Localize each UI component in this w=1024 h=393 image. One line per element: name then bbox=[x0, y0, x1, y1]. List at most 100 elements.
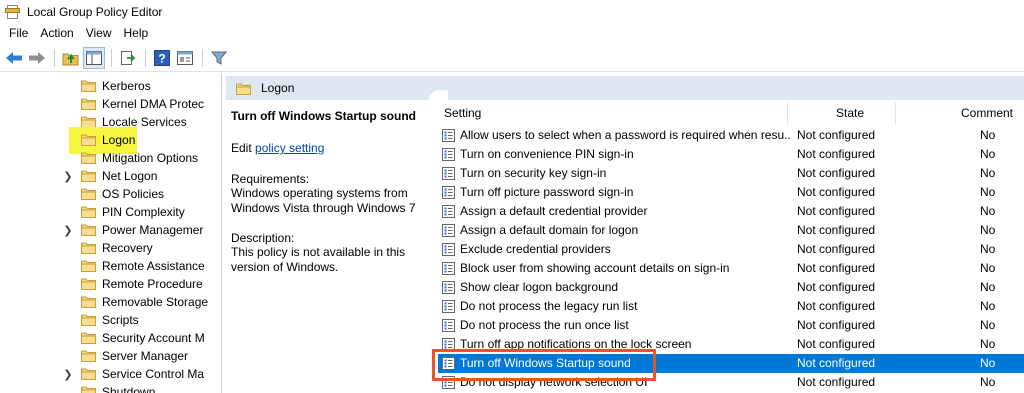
policy-setting-icon bbox=[442, 167, 455, 180]
column-divider[interactable] bbox=[895, 102, 896, 124]
table-row[interactable]: Do not display network selection UI Not c… bbox=[438, 373, 1024, 392]
tree-item[interactable]: Remote Procedure bbox=[0, 275, 221, 293]
tree-item[interactable]: ❯ Power Managemer bbox=[0, 221, 221, 239]
tree-item[interactable]: Remote Assistance bbox=[0, 257, 221, 275]
tree-item[interactable]: Scripts bbox=[0, 311, 221, 329]
table-row[interactable]: Do not process the legacy run list Not co… bbox=[438, 297, 1024, 316]
tree-item-label: Server Manager bbox=[102, 349, 189, 363]
tree-item[interactable]: PIN Complexity bbox=[0, 203, 221, 221]
setting-state: Not configured bbox=[797, 128, 876, 142]
show-hide-tree-icon bbox=[86, 50, 102, 65]
setting-state: Not configured bbox=[797, 337, 876, 351]
table-row[interactable]: Turn off Windows Startup sound Not config… bbox=[438, 354, 1024, 373]
help-button[interactable]: ? bbox=[151, 47, 173, 69]
show-hide-tree-button[interactable] bbox=[83, 46, 105, 69]
settings-list: Setting State Comment Allow users to sel… bbox=[438, 100, 1024, 393]
tree-item[interactable]: Logon bbox=[0, 127, 221, 154]
column-comment[interactable]: Comment bbox=[961, 100, 1013, 126]
setting-comment: No bbox=[980, 204, 996, 218]
setting-state: Not configured bbox=[797, 204, 876, 218]
tree-item-label: Remote Procedure bbox=[102, 277, 203, 291]
export-list-button[interactable] bbox=[117, 47, 139, 69]
details-area: Logon Turn off Windows Startup sound Edi… bbox=[226, 76, 1024, 393]
tree-item[interactable]: Recovery bbox=[0, 239, 221, 257]
folder-icon bbox=[81, 206, 96, 218]
filter-button[interactable] bbox=[208, 47, 230, 69]
setting-name: Turn off app notifications on the lock s… bbox=[460, 337, 692, 351]
table-row[interactable]: Assign a default domain for logon Not con… bbox=[438, 221, 1024, 240]
column-state[interactable]: State bbox=[836, 100, 864, 126]
tree-item[interactable]: Kerberos bbox=[0, 77, 221, 95]
details-header-title: Logon bbox=[261, 81, 295, 95]
column-divider[interactable] bbox=[787, 102, 788, 124]
setting-comment: No bbox=[980, 261, 996, 275]
tree-item[interactable]: ❯ Service Control Ma bbox=[0, 365, 221, 383]
toolbar-separator bbox=[145, 48, 146, 67]
policy-setting-icon bbox=[442, 338, 455, 351]
folder-icon bbox=[81, 350, 96, 362]
policy-setting-icon bbox=[442, 376, 455, 389]
policy-setting-icon bbox=[442, 281, 455, 294]
tree-item[interactable]: Removable Storage bbox=[0, 293, 221, 311]
menu-help[interactable]: Help bbox=[118, 23, 155, 44]
tree-item[interactable]: OS Policies bbox=[0, 185, 221, 203]
tree-item[interactable]: ❯ Net Logon bbox=[0, 167, 221, 185]
chevron-right-icon[interactable]: ❯ bbox=[63, 365, 73, 383]
menu-file[interactable]: File bbox=[3, 23, 34, 44]
forward-button[interactable] bbox=[26, 47, 48, 69]
table-row[interactable]: Assign a default credential provider Not … bbox=[438, 202, 1024, 221]
tree-item[interactable]: Server Manager bbox=[0, 347, 221, 365]
tree-item[interactable]: Kernel DMA Protec bbox=[0, 95, 221, 113]
svg-text:?: ? bbox=[158, 51, 165, 65]
up-level-button[interactable] bbox=[60, 47, 82, 69]
tree-pane: Kerberos Kernel DMA Protec Locale Services… bbox=[0, 73, 222, 393]
setting-comment: No bbox=[980, 356, 996, 370]
requirements-text: Windows operating systems from Windows V… bbox=[231, 186, 416, 215]
tree-item[interactable]: Mitigation Options bbox=[0, 149, 221, 167]
chevron-right-icon[interactable]: ❯ bbox=[63, 167, 73, 185]
tree-item-label: Service Control Ma bbox=[102, 367, 205, 381]
table-row[interactable]: Turn on security key sign-in Not configur… bbox=[438, 164, 1024, 183]
description-label: Description: bbox=[231, 231, 295, 245]
folder-icon bbox=[81, 260, 96, 272]
tree-item-label: Net Logon bbox=[102, 169, 158, 183]
table-row[interactable]: Block user from showing account details … bbox=[438, 259, 1024, 278]
policy-setting-link[interactable]: policy setting bbox=[255, 141, 324, 155]
table-row[interactable]: Allow users to select when a password is… bbox=[438, 126, 1024, 145]
menu-view[interactable]: View bbox=[80, 23, 118, 44]
policy-setting-icon bbox=[442, 243, 455, 256]
tree-item[interactable]: Security Account M bbox=[0, 329, 221, 347]
setting-name: Turn on security key sign-in bbox=[460, 166, 607, 180]
chevron-right-icon[interactable]: ❯ bbox=[63, 221, 73, 239]
menu-action[interactable]: Action bbox=[34, 23, 79, 44]
setting-state: Not configured bbox=[797, 261, 876, 275]
forward-arrow-icon bbox=[29, 51, 45, 64]
folder-icon bbox=[81, 242, 96, 254]
back-button[interactable] bbox=[3, 47, 25, 69]
table-row[interactable]: Show clear logon background Not configure… bbox=[438, 278, 1024, 297]
menu-bar: File Action View Help bbox=[0, 23, 1024, 44]
policy-setting-icon bbox=[442, 224, 455, 237]
folder-icon bbox=[81, 278, 96, 290]
column-setting[interactable]: Setting bbox=[444, 100, 481, 126]
setting-name: Assign a default domain for logon bbox=[460, 223, 639, 237]
requirements-label: Requirements: bbox=[231, 172, 310, 186]
properties-button[interactable] bbox=[174, 47, 196, 69]
folder-icon bbox=[81, 80, 96, 92]
table-row[interactable]: Do not process the run once list Not conf… bbox=[438, 316, 1024, 335]
setting-name: Turn off Windows Startup sound bbox=[460, 356, 631, 370]
column-header: Setting State Comment bbox=[438, 100, 1024, 126]
setting-comment: No bbox=[980, 128, 996, 142]
table-row[interactable]: Turn on convenience PIN sign-in Not confi… bbox=[438, 145, 1024, 164]
toolbar-separator bbox=[202, 48, 203, 67]
tree-item-label: Power Managemer bbox=[102, 223, 204, 237]
description-pane: Turn off Windows Startup sound Edit poli… bbox=[226, 100, 436, 393]
table-row[interactable]: Turn off picture password sign-in Not con… bbox=[438, 183, 1024, 202]
table-row[interactable]: Turn off app notifications on the lock s… bbox=[438, 335, 1024, 354]
policy-setting-icon bbox=[442, 300, 455, 313]
table-row[interactable]: Exclude credential providers Not configur… bbox=[438, 240, 1024, 259]
folder-icon bbox=[81, 314, 96, 326]
tree-item[interactable]: Shutdown bbox=[0, 383, 221, 393]
properties-icon bbox=[177, 50, 193, 65]
setting-state: Not configured bbox=[797, 223, 876, 237]
